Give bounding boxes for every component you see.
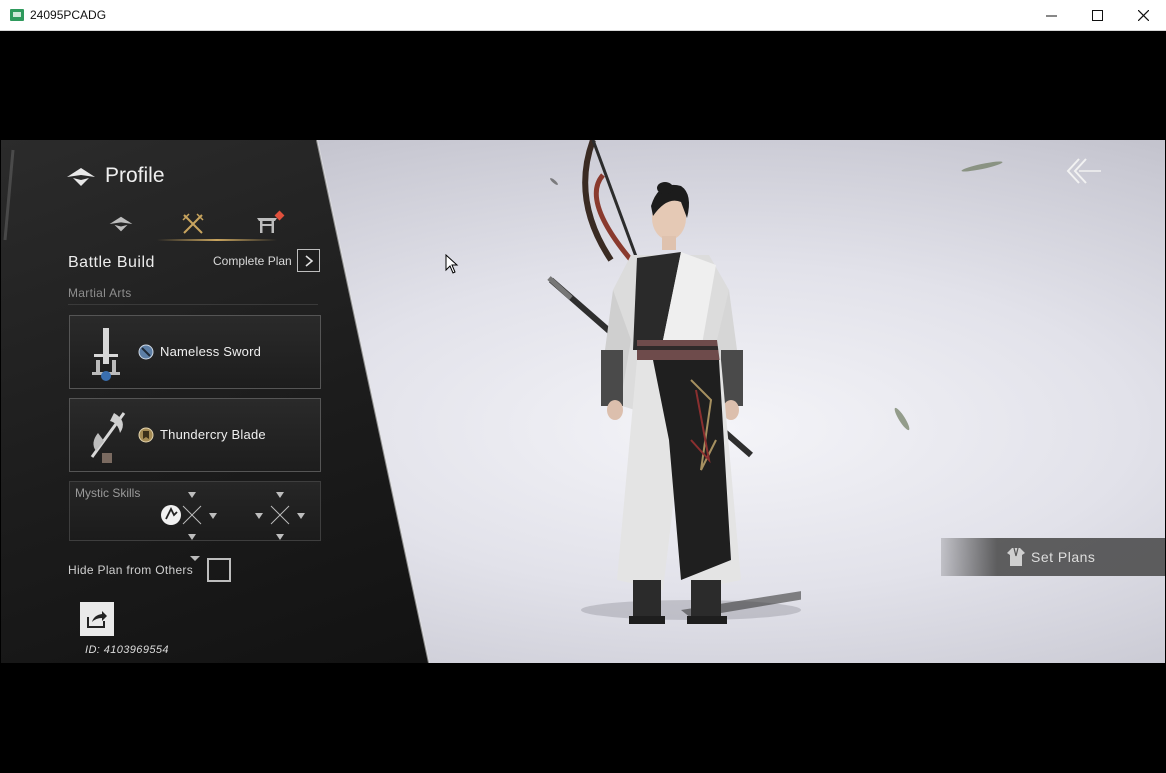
robe-icon — [1007, 547, 1025, 566]
equipped-skill-icon[interactable] — [160, 504, 182, 526]
minimize-button[interactable] — [1028, 0, 1074, 31]
skill-slot[interactable] — [188, 492, 196, 498]
martial-art-card-thundercry-blade[interactable]: Thundercry Blade — [69, 398, 321, 472]
leaf-decoration — [892, 406, 912, 432]
hide-plan-checkbox[interactable] — [207, 558, 231, 582]
maximize-icon — [1091, 10, 1103, 21]
nameless-badge-icon — [138, 344, 154, 360]
mouse-cursor-icon — [445, 254, 459, 274]
complete-plan-button[interactable] — [297, 249, 320, 272]
window-title: 24095PCADG — [30, 8, 107, 22]
hide-plan-label: Hide Plan from Others — [68, 563, 194, 577]
skill-cross-icon — [182, 505, 202, 525]
tab-profile[interactable] — [101, 210, 141, 238]
thundercry-badge-icon — [138, 427, 154, 443]
skill-slot[interactable] — [255, 513, 263, 519]
leaf-decoration — [960, 159, 1004, 174]
skill-slot[interactable] — [276, 534, 284, 540]
profile-emblem-icon — [109, 216, 133, 232]
share-icon — [87, 611, 107, 628]
close-button[interactable] — [1120, 0, 1166, 31]
crossed-swords-icon — [182, 213, 204, 234]
share-button[interactable] — [80, 602, 114, 636]
back-arrow-icon[interactable] — [1065, 156, 1103, 186]
profile-title: Profile — [105, 164, 165, 187]
player-character — [547, 140, 801, 624]
set-plans-button[interactable]: Set Plans — [941, 538, 1165, 576]
chevron-right-icon — [304, 254, 313, 267]
expand-arrow-icon[interactable] — [190, 556, 200, 561]
mystic-skills-label: Mystic Skills — [75, 486, 141, 500]
profile-emblem-icon — [67, 168, 95, 186]
app-icon — [10, 9, 24, 21]
halberd-icon — [90, 412, 126, 463]
active-tab-indicator — [157, 239, 277, 241]
section-divider — [68, 304, 318, 305]
martial-arts-label: Martial Arts — [68, 286, 132, 300]
sword-icon — [92, 328, 120, 381]
complete-plan-label[interactable]: Complete Plan — [213, 254, 292, 268]
skill-slot[interactable] — [209, 513, 217, 519]
martial-art-name: Nameless Sword — [160, 344, 262, 359]
battle-build-title: Battle Build — [68, 254, 155, 271]
tab-battle-build[interactable] — [173, 210, 213, 238]
gate-icon — [257, 218, 277, 233]
game-viewport: Profile Battle Build Complete Plan Marti… — [1, 140, 1165, 663]
martial-art-name: Thundercry Blade — [160, 427, 266, 442]
martial-art-card-nameless-sword[interactable]: Nameless Sword — [69, 315, 321, 389]
maximize-button[interactable] — [1074, 0, 1120, 31]
skill-slot[interactable] — [188, 534, 196, 540]
window-titlebar: 24095PCADG — [0, 0, 1166, 31]
tab-sect[interactable] — [247, 210, 287, 238]
minimize-icon — [1045, 15, 1057, 17]
player-id: ID: 4103969554 — [85, 644, 169, 656]
mystic-skills-panel[interactable]: Mystic Skills — [69, 481, 321, 541]
skill-cross-icon — [270, 505, 290, 525]
skill-slot[interactable] — [276, 492, 284, 498]
set-plans-label: Set Plans — [1031, 549, 1096, 565]
skill-slot[interactable] — [297, 513, 305, 519]
close-icon — [1137, 10, 1149, 21]
